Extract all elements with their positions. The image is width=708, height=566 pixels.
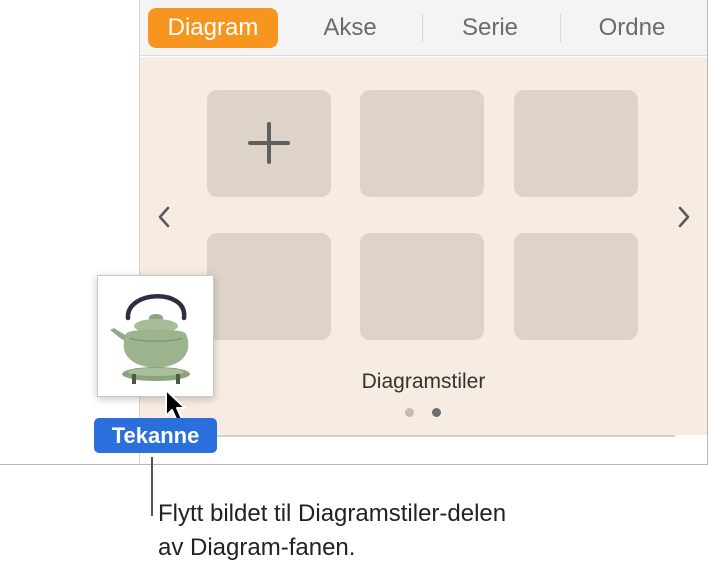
- chart-style-tile[interactable]: [514, 90, 638, 197]
- tab-separator: [422, 14, 423, 42]
- tab-ordne[interactable]: Ordne: [578, 8, 686, 48]
- tab-separator: [560, 14, 561, 42]
- callout-line: [151, 457, 153, 516]
- caption-line-2: av Diagram-fanen.: [158, 534, 356, 561]
- chart-style-tile[interactable]: [207, 233, 331, 340]
- tab-akse[interactable]: Akse: [300, 8, 400, 48]
- teapot-image-thumbnail[interactable]: [97, 275, 214, 397]
- tab-diagram[interactable]: Diagram: [148, 8, 278, 48]
- tab-bar: Diagram Akse Serie Ordne: [140, 0, 707, 56]
- chart-style-tile[interactable]: [514, 233, 638, 340]
- tab-serie[interactable]: Serie: [440, 8, 540, 48]
- chevron-right-icon[interactable]: [672, 202, 696, 232]
- page-dot-1[interactable]: [405, 408, 414, 417]
- caption-line-1: Flytt bildet til Diagramstiler-delen: [158, 500, 507, 527]
- panel-bottom-edge: [205, 435, 675, 437]
- callout-caption: Flytt bildet til Diagramstiler-delen av …: [158, 497, 678, 565]
- chart-style-tile[interactable]: [360, 90, 484, 197]
- chart-styles-label: Diagramstiler: [361, 370, 486, 393]
- add-chart-style-tile[interactable]: [207, 90, 331, 197]
- chevron-left-icon[interactable]: [152, 202, 176, 232]
- chart-style-tile[interactable]: [360, 233, 484, 340]
- teapot-icon: [110, 294, 190, 384]
- drag-image-label: Tekanne: [94, 418, 217, 453]
- plus-icon: [248, 122, 290, 164]
- page-dot-2[interactable]: [432, 408, 441, 417]
